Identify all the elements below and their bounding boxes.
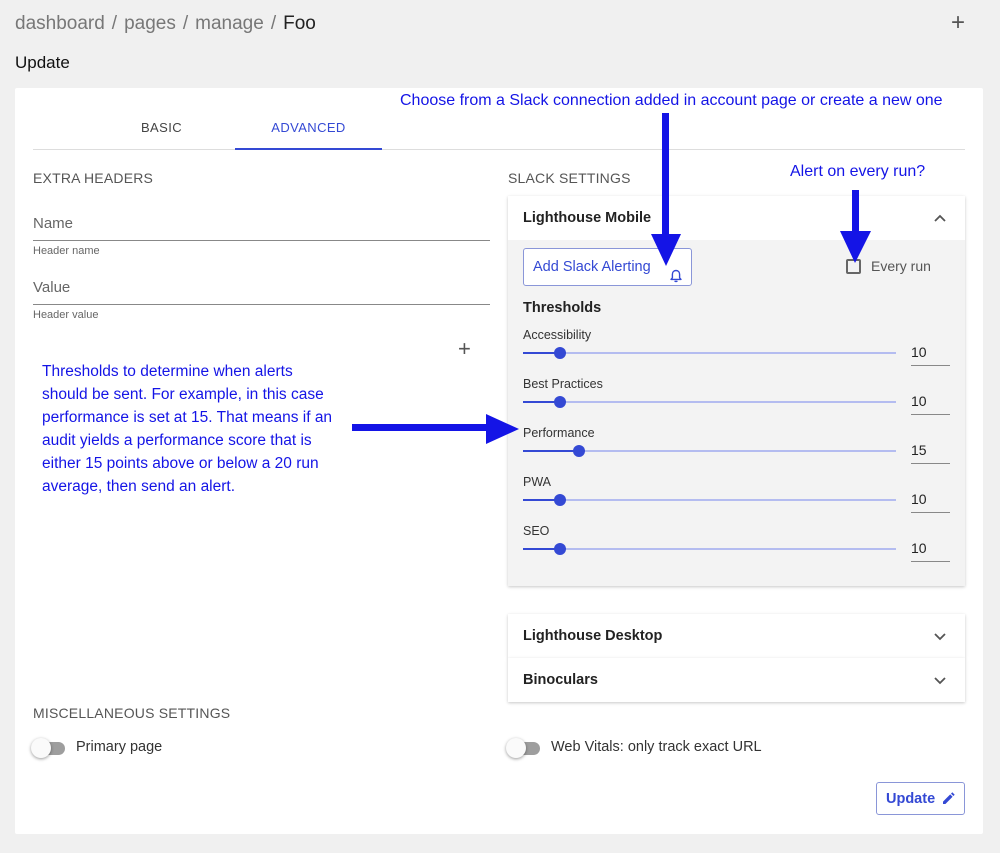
panel-body-lighthouse-mobile: Add Slack Alerting Every run Thresholds …: [508, 240, 965, 586]
annotation-thresholds: Thresholds to determine when alerts shou…: [42, 363, 333, 495]
tab-bar: BASIC ADVANCED: [33, 108, 965, 150]
web-vitals-label: Web Vitals: only track exact URL: [551, 739, 762, 755]
toggle-knob[interactable]: [31, 738, 51, 758]
misc-settings-title: MISCELLANEOUS SETTINGS: [33, 705, 231, 721]
update-button[interactable]: Update: [876, 782, 965, 815]
threshold-value-input[interactable]: [911, 440, 950, 464]
panel-binoculars: Binoculars: [508, 658, 965, 702]
panel-header-lighthouse-desktop[interactable]: Lighthouse Desktop: [508, 614, 965, 658]
header-value-input[interactable]: [33, 273, 490, 305]
threshold-label: SEO: [523, 524, 550, 538]
breadcrumb-separator: /: [270, 13, 277, 34]
chevron-down-icon[interactable]: [933, 658, 947, 702]
page-title: Update: [15, 53, 70, 72]
slider-fill: [523, 450, 579, 452]
update-button-label: Update: [886, 790, 936, 807]
threshold-value-input[interactable]: [911, 342, 950, 366]
header-value-field: Header value: [33, 273, 490, 321]
threshold-slider[interactable]: [523, 347, 896, 359]
threshold-slider[interactable]: [523, 543, 896, 555]
breadcrumb-current: Foo: [283, 13, 316, 34]
breadcrumb-item-manage[interactable]: manage: [195, 13, 264, 34]
plus-icon[interactable]: +: [951, 11, 965, 35]
panel-title: Binoculars: [523, 672, 598, 688]
slack-settings-title: SLACK SETTINGS: [508, 170, 631, 186]
breadcrumb-item-dashboard[interactable]: dashboard: [15, 13, 105, 34]
header-name-field: Header name: [33, 209, 490, 257]
threshold-label: Accessibility: [523, 328, 592, 342]
toggle-knob[interactable]: [506, 738, 526, 758]
chevron-up-icon[interactable]: [933, 196, 947, 240]
header-name-input[interactable]: [33, 209, 490, 241]
threshold-value-input[interactable]: [911, 391, 950, 415]
slider-thumb[interactable]: [554, 543, 567, 555]
checkbox-square[interactable]: [846, 259, 861, 274]
bell-icon: [670, 261, 682, 297]
threshold-label: PWA: [523, 475, 552, 489]
slider-thumb[interactable]: [554, 396, 567, 408]
threshold-row-pwa: PWA: [523, 475, 950, 523]
threshold-value-input[interactable]: [911, 538, 950, 562]
threshold-row-performance: Performance: [523, 426, 950, 474]
chevron-down-icon[interactable]: [933, 614, 947, 658]
primary-page-label: Primary page: [76, 739, 163, 755]
annotation-every-run: Alert on every run?: [790, 163, 926, 180]
panel-title: Lighthouse Desktop: [523, 628, 663, 644]
breadcrumb-item-pages[interactable]: pages: [124, 13, 176, 34]
panel-lighthouse-mobile: Lighthouse Mobile Add Slack Alerting Eve…: [508, 196, 965, 586]
threshold-row-best-practices: Best Practices: [523, 377, 950, 425]
breadcrumb-separator: /: [111, 13, 118, 34]
panel-title: Lighthouse Mobile: [523, 210, 652, 226]
header-value-help: Header value: [33, 309, 99, 321]
slider-thumb[interactable]: [554, 494, 567, 506]
every-run-checkbox[interactable]: Every run: [846, 258, 931, 274]
threshold-row-seo: SEO: [523, 524, 950, 572]
add-slack-alerting-label: Add Slack Alerting: [533, 259, 651, 275]
add-header-plus-icon[interactable]: +: [458, 336, 471, 362]
add-slack-alerting-button[interactable]: Add Slack Alerting: [523, 248, 692, 286]
tab-basic[interactable]: BASIC: [88, 108, 235, 150]
threshold-value-input[interactable]: [911, 489, 950, 513]
annotation-slack-connection: Choose from a Slack connection added in …: [400, 92, 943, 109]
panel-header-lighthouse-mobile[interactable]: Lighthouse Mobile: [508, 196, 965, 240]
threshold-slider[interactable]: [523, 445, 896, 457]
panel-lighthouse-desktop: Lighthouse Desktop: [508, 614, 965, 658]
threshold-label: Performance: [523, 426, 595, 440]
slider-thumb[interactable]: [554, 347, 567, 359]
breadcrumb: dashboard / pages / manage / Foo: [15, 13, 316, 35]
top-bar: dashboard / pages / manage / Foo +: [0, 0, 1000, 50]
panel-header-binoculars[interactable]: Binoculars: [508, 658, 965, 702]
threshold-row-accessibility: Accessibility: [523, 328, 950, 376]
slider-thumb[interactable]: [572, 445, 585, 457]
tab-advanced[interactable]: ADVANCED: [235, 108, 382, 150]
threshold-label: Best Practices: [523, 377, 603, 391]
every-run-label: Every run: [871, 258, 931, 274]
breadcrumb-separator: /: [182, 13, 189, 34]
pencil-icon: [941, 791, 956, 810]
threshold-slider[interactable]: [523, 396, 896, 408]
thresholds-title: Thresholds: [523, 300, 602, 316]
header-name-help: Header name: [33, 245, 100, 257]
threshold-slider[interactable]: [523, 494, 896, 506]
extra-headers-title: EXTRA HEADERS: [33, 170, 154, 186]
